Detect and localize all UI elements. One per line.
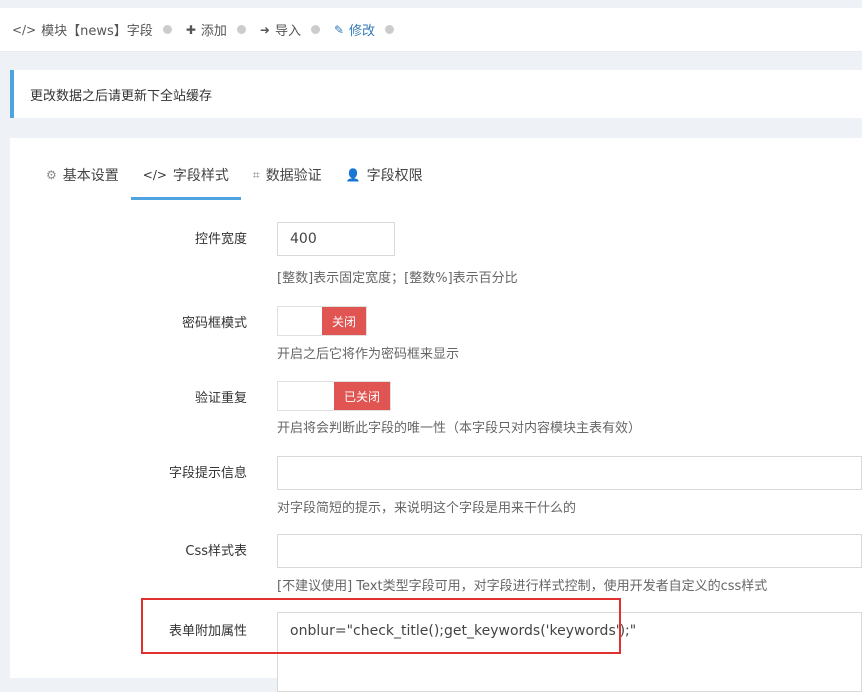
edit-icon: ✎: [333, 22, 345, 37]
width-input[interactable]: 400: [277, 222, 395, 256]
cache-notice-text: 更改数据之后请更新下全站缓存: [30, 88, 213, 104]
width-label: 控件宽度: [194, 232, 247, 247]
breadcrumb-separator-icon: [310, 25, 320, 34]
plus-icon: ✚: [185, 22, 196, 37]
user-icon: 👤: [345, 168, 361, 182]
tab-label: 字段权限: [366, 168, 423, 184]
tab-bar: ⚙ 基本设置 </> 字段样式 ⌗ 数据验证 👤 字段权限: [34, 152, 435, 200]
crop-icon: ⌗: [252, 167, 260, 182]
breadcrumb-edit-label: 修改: [349, 24, 376, 39]
css-label: Css样式表: [185, 544, 247, 559]
unique-check-help: 开启将会判断此字段的唯一性（本字段只对内容模块主表有效）: [277, 421, 642, 436]
breadcrumb-module[interactable]: </> 模块【news】字段: [12, 20, 186, 39]
breadcrumb-add[interactable]: ✚ 添加: [186, 20, 260, 39]
breadcrumb-separator-icon: [162, 25, 172, 34]
tab-label: 字段样式: [172, 167, 229, 184]
tab-data-validation[interactable]: ⌗ 数据验证: [241, 152, 334, 198]
password-mode-switch[interactable]: 关闭: [277, 306, 368, 336]
switch-state: 已关闭: [334, 382, 391, 410]
form-panel: ⚙ 基本设置 </> 字段样式 ⌗ 数据验证 👤 字段权限 控件宽度 400 […: [10, 138, 862, 692]
password-mode-help: 开启之后它将作为密码框来显示: [277, 347, 460, 362]
unique-check-label: 验证重复: [194, 391, 247, 406]
field-tips-input[interactable]: [277, 456, 862, 490]
breadcrumb-separator-icon: [385, 25, 395, 34]
switch-knob: [278, 307, 322, 335]
field-tips-label: 字段提示信息: [168, 466, 247, 481]
tab-field-permission[interactable]: 👤 字段权限: [334, 152, 435, 198]
tab-label: 数据验证: [265, 168, 322, 184]
sign-in-icon: ➜: [259, 22, 270, 37]
code-icon: </>: [142, 167, 167, 182]
breadcrumb-module-label: 模块【news】字段: [41, 24, 153, 39]
cache-notice: 更改数据之后请更新下全站缓存: [10, 70, 862, 118]
breadcrumb-import[interactable]: ➜ 导入: [260, 20, 334, 39]
breadcrumb-bar: </> 模块【news】字段 ✚ 添加 ➜ 导入 ✎ 修改: [0, 8, 862, 52]
tab-label: 基本设置: [62, 168, 119, 184]
css-input[interactable]: [277, 534, 862, 568]
switch-knob: [278, 382, 334, 410]
css-help: [不建议使用] Text类型字段可用，对字段进行样式控制，使用开发者自定义的cs…: [277, 579, 768, 594]
breadcrumb-add-label: 添加: [200, 24, 227, 39]
unique-check-switch[interactable]: 已关闭: [277, 381, 392, 411]
breadcrumb-edit[interactable]: ✎ 修改: [334, 20, 408, 39]
width-help: [整数]表示固定宽度；[整数%]表示百分比: [277, 271, 518, 286]
tab-basic-settings[interactable]: ⚙ 基本设置: [34, 152, 131, 198]
switch-state: 关闭: [322, 307, 367, 335]
breadcrumb-import-label: 导入: [274, 24, 301, 39]
field-tips-help: 对字段简短的提示，来说明这个字段是用来干什么的: [277, 501, 577, 516]
highlight-box: [141, 598, 621, 654]
tab-field-style[interactable]: </> 字段样式: [130, 152, 241, 200]
gear-icon: ⚙: [46, 168, 57, 182]
code-icon: </>: [12, 22, 37, 37]
password-mode-label: 密码框模式: [181, 316, 247, 331]
breadcrumb-separator-icon: [236, 25, 246, 34]
